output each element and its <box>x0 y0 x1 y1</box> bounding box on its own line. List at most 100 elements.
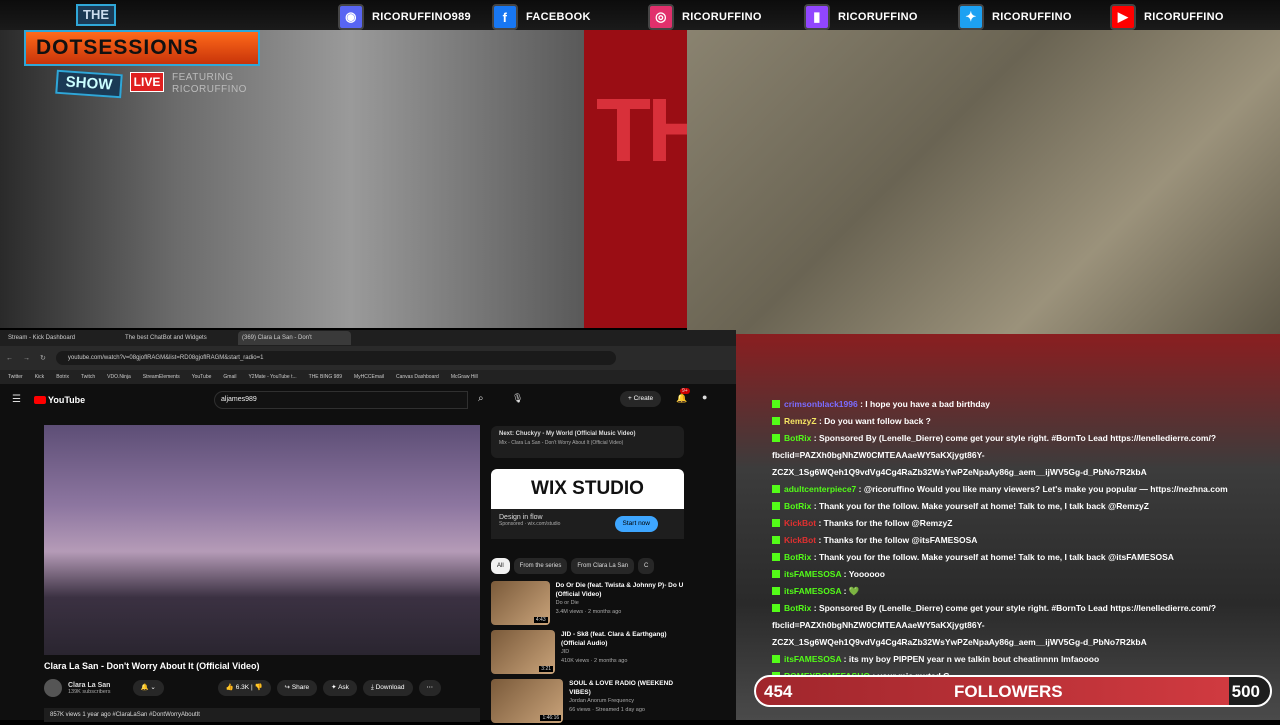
social-label: FACEBOOK <box>526 11 591 23</box>
address-bar[interactable]: youtube.com/watch?v=08gjoflRAGM&list=RD0… <box>55 351 616 365</box>
chat-username[interactable]: itsFAMESOSA <box>784 586 841 596</box>
bookmark-item[interactable]: Botrix <box>56 374 69 380</box>
create-button[interactable]: + Create <box>620 391 662 407</box>
logo-show: SHOW <box>55 69 123 99</box>
download-button[interactable]: ⤓ Download <box>362 680 413 696</box>
tab-youtube[interactable]: (369) Clara La San - Don't <box>238 331 351 345</box>
bookmark-item[interactable]: THE BING 989 <box>309 374 342 380</box>
chat-text: : 💚 <box>841 586 860 596</box>
tab-chatbot[interactable]: The best ChatBot and Widgets <box>121 331 234 345</box>
chat-username[interactable]: BotRix <box>784 501 811 511</box>
social-label: RICORUFFINO989 <box>372 11 471 23</box>
bookmark-item[interactable]: Twitter <box>8 374 23 380</box>
kick-badge-icon <box>772 502 780 510</box>
chat-username[interactable]: adultcenterpiece7 <box>784 484 856 494</box>
facebook-icon: f <box>492 4 518 30</box>
kick-badge-icon <box>772 417 780 425</box>
social-instagram: ◎ RICORUFFINO <box>648 4 762 30</box>
menu-icon[interactable]: ☰ <box>12 394 21 405</box>
video-thumbnail[interactable]: 3:21 <box>491 630 556 674</box>
recommended-video[interactable]: 4:43 Do Or Die (feat. Twista & Johnny P)-… <box>491 581 684 627</box>
bookmark-item[interactable]: Y2Mate - YouTube t... <box>248 374 296 380</box>
search-icon[interactable]: ⌕ <box>478 393 484 404</box>
like-button[interactable]: 👍 6.3K | 👎 <box>217 680 271 696</box>
chat-message: adultcenterpiece7 : @ricoruffino Would y… <box>772 481 1262 498</box>
social-twitch: ▮ RICORUFFINO <box>804 4 918 30</box>
bookmark-item[interactable]: YouTube <box>192 374 212 380</box>
tab-kick[interactable]: Stream - Kick Dashboard <box>4 331 117 345</box>
channel-name[interactable]: Clara La San <box>68 682 111 689</box>
chat-message: KickBot : Thanks for the follow @RemzyZ <box>772 515 1262 532</box>
chat-text: : Sponsored By (Lenelle_Dierre) come get… <box>772 603 1217 647</box>
chat-username[interactable]: BotRix <box>784 552 811 562</box>
ad-banner[interactable]: WIX STUDIO <box>491 469 684 509</box>
youtube-logo[interactable]: YouTube <box>34 395 85 405</box>
bookmark-item[interactable]: StreamElements <box>143 374 180 380</box>
account-avatar[interactable]: ● <box>702 392 707 402</box>
follower-count: 454 <box>764 682 793 701</box>
rec-meta: 3.4M views · 2 months ago <box>555 609 622 615</box>
chat-message: BotRix : Thank you for the follow. Make … <box>772 498 1262 515</box>
bookmark-item[interactable]: McGraw Hill <box>451 374 478 380</box>
chat-username[interactable]: RemzyZ <box>784 416 817 426</box>
bookmark-item[interactable]: Kick <box>35 374 44 380</box>
social-youtube: ▶ RICORUFFINO <box>1110 4 1224 30</box>
chat-text: : Sponsored By (Lenelle_Dierre) come get… <box>772 433 1217 477</box>
video-thumbnail[interactable]: 1:46:16 <box>491 679 564 723</box>
search-input[interactable]: aljames989 <box>214 391 468 409</box>
chat-message: BotRix : Sponsored By (Lenelle_Dierre) c… <box>772 430 1262 481</box>
bookmark-item[interactable]: VDO.Ninja <box>107 374 131 380</box>
more-button[interactable]: ⋯ <box>418 680 442 696</box>
chat-text: : Yoooooo <box>841 569 885 579</box>
reload-icon[interactable]: ↻ <box>40 354 46 362</box>
chat-username[interactable]: BotRix <box>784 603 811 613</box>
video-thumbnail[interactable]: 4:43 <box>491 581 550 625</box>
channel-avatar[interactable] <box>44 679 62 697</box>
filter-chip[interactable]: From Clara La San <box>571 558 635 574</box>
bookmark-item[interactable]: MyHCCEmail <box>354 374 384 380</box>
mic-icon[interactable]: 🎙 <box>512 393 523 404</box>
bell-icon[interactable]: 🔔 <box>676 393 687 404</box>
chat-text: : I hope you have a bad birthday <box>857 399 990 409</box>
rec-title: JID - Sk8 (feat. Clara & Earthgang) (Off… <box>561 631 667 647</box>
social-label: RICORUFFINO <box>992 11 1072 23</box>
subscribed-button[interactable]: 🔔 ⌄ <box>132 680 164 696</box>
chat-text: : Thanks for the follow @itsFAMESOSA <box>816 535 978 545</box>
filter-chip[interactable]: From the series <box>513 558 568 574</box>
video-duration: 1:46:16 <box>540 715 562 721</box>
share-button[interactable]: ↪ Share <box>276 680 318 696</box>
social-label: RICORUFFINO <box>1144 11 1224 23</box>
chat-username[interactable]: KickBot <box>784 535 816 545</box>
live-badge: LIVE <box>130 72 164 92</box>
youtube-icon: ▶ <box>1110 4 1136 30</box>
follower-label: FOLLOWERS <box>954 682 1063 701</box>
featuring-text: FEATURING RICORUFFINO <box>172 72 247 95</box>
kick-badge-icon <box>772 400 780 408</box>
forward-icon[interactable]: → <box>23 355 30 362</box>
filter-chip[interactable]: All <box>491 558 510 574</box>
video-player[interactable] <box>44 425 480 655</box>
chat-username[interactable]: itsFAMESOSA <box>784 569 841 579</box>
chat-username[interactable]: BotRix <box>784 433 811 443</box>
bookmark-item[interactable]: Canvas Dashboard <box>396 374 439 380</box>
chat-username[interactable]: crimsonblack1996 <box>784 399 858 409</box>
bookmark-item[interactable]: Gmail <box>223 374 236 380</box>
chat-username[interactable]: itsFAMESOSA <box>784 654 841 664</box>
chat-text: : Thank you for the follow. Make yoursel… <box>811 501 1149 511</box>
logo-the: THE <box>76 4 116 26</box>
recommended-video[interactable]: 3:21 JID - Sk8 (feat. Clara & Earthgang) … <box>491 630 684 676</box>
filter-chips: All From the series From Clara La San C <box>491 558 684 574</box>
chat-username[interactable]: KickBot <box>784 518 816 528</box>
ad-cta-button[interactable]: Start now <box>614 516 658 532</box>
youtube-header: ☰ YouTube aljames989 ⌕ 🎙 + Create 🔔 9+ ● <box>0 386 736 414</box>
back-icon[interactable]: ← <box>6 355 13 362</box>
kick-badge-icon <box>772 587 780 595</box>
ask-button[interactable]: ✦ Ask <box>323 680 357 696</box>
up-next-card[interactable]: Next: Chuckyy - My World (Official Music… <box>491 426 684 458</box>
filter-chip[interactable]: C <box>638 558 655 574</box>
address-row: ← → ↻ youtube.com/watch?v=08gjoflRAGM&li… <box>0 346 736 370</box>
bookmark-item[interactable]: Twitch <box>81 374 95 380</box>
kick-badge-icon <box>772 519 780 527</box>
recommended-video[interactable]: 1:46:16 SOUL & LOVE RADIO (WEEKEND VIBES)… <box>491 679 684 725</box>
video-duration: 3:21 <box>539 666 554 672</box>
